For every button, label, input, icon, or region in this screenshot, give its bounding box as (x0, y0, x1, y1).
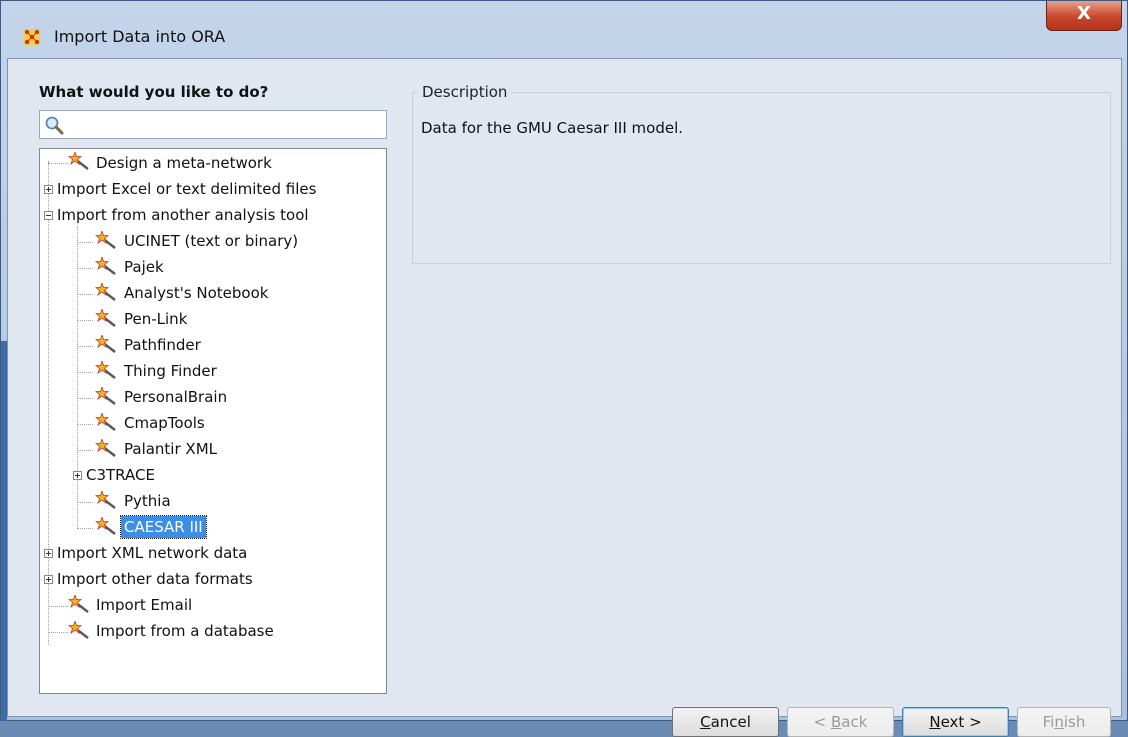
wizard-wand-icon (95, 439, 116, 457)
tree-connector (77, 320, 93, 321)
description-text: Data for the GMU Caesar III model. (421, 119, 684, 137)
tree-connector (48, 606, 68, 607)
description-panel (412, 92, 1111, 264)
tree-item-import-excel[interactable]: Import Excel or text delimited files (57, 178, 316, 200)
wizard-wand-icon (68, 621, 89, 639)
wizard-wand-icon (68, 595, 89, 613)
tree-item-thing-finder[interactable]: Thing Finder (124, 360, 217, 382)
wizard-wand-icon (95, 413, 116, 431)
tree-item-cmaptools[interactable]: CmapTools (124, 412, 205, 434)
cancel-label-rest: ancel (710, 713, 751, 731)
title-bar[interactable]: Import Data into ORA X (1, 1, 1127, 57)
finish-label-prefix: Fi (1042, 713, 1055, 731)
wizard-wand-icon (95, 517, 116, 535)
tree-item-import-database[interactable]: Import from a database (96, 620, 274, 642)
close-icon: X (1077, 3, 1091, 24)
tree-connector (77, 502, 93, 503)
tree-item-c3trace[interactable]: C3TRACE (86, 464, 155, 486)
finish-label-rest: ish (1063, 713, 1086, 731)
tree-item-personalbrain[interactable]: PersonalBrain (124, 386, 227, 408)
finish-button[interactable]: Finish (1017, 707, 1111, 737)
collapse-minus-icon[interactable] (44, 211, 53, 220)
search-input[interactable] (39, 110, 387, 139)
wizard-wand-icon (95, 309, 116, 327)
description-legend: Description (418, 83, 512, 101)
tree-item-palantir-xml[interactable]: Palantir XML (124, 438, 217, 460)
tree-item-pathfinder[interactable]: Pathfinder (124, 334, 201, 356)
next-mnemonic: N (929, 713, 941, 731)
tree-connector (48, 632, 68, 633)
tree-connector (77, 398, 93, 399)
ora-app-icon (24, 29, 40, 45)
prompt-label: What would you like to do? (39, 83, 269, 101)
expand-plus-icon[interactable] (44, 549, 53, 558)
cancel-button[interactable]: Cancel (672, 707, 779, 737)
tree-item-import-email[interactable]: Import Email (96, 594, 192, 616)
back-label-rest: ack (841, 713, 868, 731)
wizard-tree[interactable]: Design a meta-network Import Excel or te… (39, 148, 387, 694)
tree-item-pen-link[interactable]: Pen-Link (124, 308, 187, 330)
tree-item-pajek[interactable]: Pajek (124, 256, 164, 278)
next-label-rest: ext > (940, 713, 982, 731)
expand-plus-icon[interactable] (73, 471, 82, 480)
tree-connector (48, 163, 68, 164)
dialog-content: What would you like to do? Design a meta… (7, 58, 1122, 737)
wizard-wand-icon (95, 491, 116, 509)
tree-connector (77, 450, 93, 451)
cancel-mnemonic: C (700, 713, 711, 731)
tree-item-import-other[interactable]: Import other data formats (57, 568, 253, 590)
tree-connector (77, 294, 93, 295)
tree-item-analysts-notebook[interactable]: Analyst's Notebook (124, 282, 268, 304)
tree-connector (77, 227, 78, 529)
finish-mnemonic: n (1054, 713, 1064, 731)
tree-item-pythia[interactable]: Pythia (124, 490, 171, 512)
wizard-wand-icon (95, 387, 116, 405)
expand-plus-icon[interactable] (44, 185, 53, 194)
search-icon (45, 116, 64, 135)
tree-item-ucinet[interactable]: UCINET (text or binary) (124, 230, 298, 252)
tree-item-design-meta-network[interactable]: Design a meta-network (96, 152, 272, 174)
wizard-wand-icon (95, 283, 116, 301)
tree-item-caesar-iii-selected[interactable]: CAESAR III (120, 515, 207, 539)
back-mnemonic: B (830, 713, 842, 731)
back-button[interactable]: < Back (787, 707, 894, 737)
back-label-prefix: < (813, 713, 831, 731)
window-title: Import Data into ORA (54, 27, 226, 46)
wizard-wand-icon (95, 257, 116, 275)
dialog-window: Import Data into ORA X What would you li… (0, 0, 1128, 737)
tree-connector (77, 528, 93, 529)
wizard-wand-icon (95, 361, 116, 379)
tree-connector (77, 372, 93, 373)
tree-connector (77, 242, 93, 243)
tree-connector (77, 268, 93, 269)
tree-connector (77, 346, 93, 347)
expand-plus-icon[interactable] (44, 575, 53, 584)
wizard-wand-icon (95, 231, 116, 249)
close-button[interactable]: X (1046, 1, 1122, 31)
wizard-wand-icon (68, 152, 89, 170)
tree-item-import-analysis-tool[interactable]: Import from another analysis tool (57, 204, 309, 226)
tree-connector (48, 161, 49, 645)
next-button[interactable]: Next > (902, 707, 1009, 737)
wizard-wand-icon (95, 335, 116, 353)
tree-connector (77, 424, 93, 425)
tree-item-import-xml[interactable]: Import XML network data (57, 542, 247, 564)
